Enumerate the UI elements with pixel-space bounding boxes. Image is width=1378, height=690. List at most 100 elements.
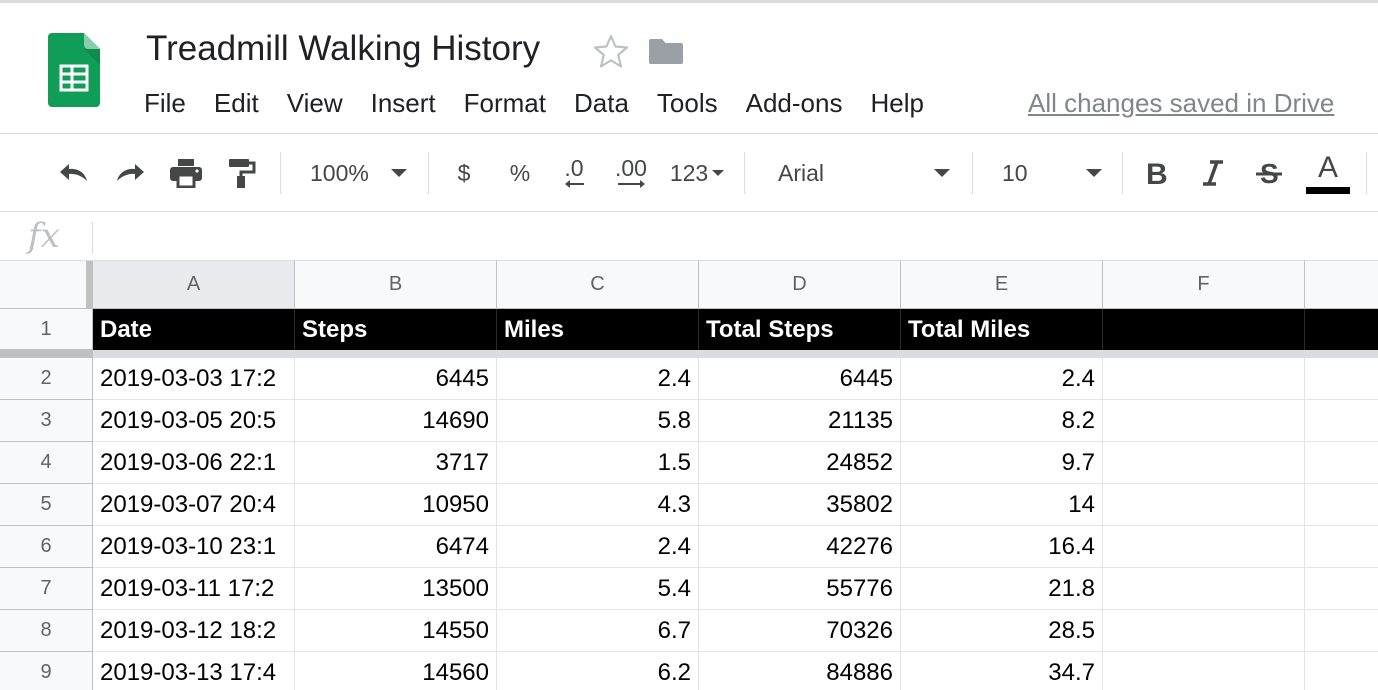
cell-a5[interactable]: 2019-03-07 20:4	[93, 484, 295, 526]
menu-file[interactable]: File	[130, 81, 200, 125]
cell-c9[interactable]: 6.2	[497, 652, 699, 690]
cell-b4[interactable]: 3717	[295, 442, 497, 484]
cell-e6[interactable]: 16.4	[901, 526, 1103, 568]
cell-d7[interactable]: 55776	[699, 568, 901, 610]
strikethrough-button[interactable]: S	[1248, 134, 1290, 212]
row-header-3[interactable]: 3	[0, 400, 93, 442]
save-status-link[interactable]: All changes saved in Drive	[1028, 81, 1334, 125]
font-size-select[interactable]: 10	[994, 134, 1110, 212]
cell-f2[interactable]	[1103, 358, 1305, 400]
menu-tools[interactable]: Tools	[643, 81, 732, 125]
row-header-7[interactable]: 7	[0, 568, 93, 610]
cell-g9[interactable]	[1305, 652, 1378, 690]
freeze-row-divider[interactable]	[0, 350, 1378, 358]
row-header-4[interactable]: 4	[0, 442, 93, 484]
column-header-c[interactable]: C	[497, 261, 699, 309]
cell-d3[interactable]: 21135	[699, 400, 901, 442]
cell-f3[interactable]	[1103, 400, 1305, 442]
menu-addons[interactable]: Add-ons	[732, 81, 857, 125]
cell-g2[interactable]	[1305, 358, 1378, 400]
cell-b7[interactable]: 13500	[295, 568, 497, 610]
increase-decimal-button[interactable]: .00	[608, 134, 654, 212]
cell-f9[interactable]	[1103, 652, 1305, 690]
menu-format[interactable]: Format	[450, 81, 560, 125]
undo-button[interactable]	[52, 134, 96, 212]
cell-g5[interactable]	[1305, 484, 1378, 526]
cell-c4[interactable]: 1.5	[497, 442, 699, 484]
row-header-8[interactable]: 8	[0, 610, 93, 652]
paint-format-button[interactable]	[220, 134, 264, 212]
column-header-e[interactable]: E	[901, 261, 1103, 309]
row-header-1[interactable]: 1	[0, 309, 93, 350]
menu-insert[interactable]: Insert	[357, 81, 450, 125]
row-header-9[interactable]: 9	[0, 652, 93, 690]
cell-d2[interactable]: 6445	[699, 358, 901, 400]
cell-g4[interactable]	[1305, 442, 1378, 484]
column-header-b[interactable]: B	[295, 261, 497, 309]
cell-b5[interactable]: 10950	[295, 484, 497, 526]
menu-help[interactable]: Help	[856, 81, 937, 125]
cell-b2[interactable]: 6445	[295, 358, 497, 400]
cell-f6[interactable]	[1103, 526, 1305, 568]
cell-c6[interactable]: 2.4	[497, 526, 699, 568]
cell-a6[interactable]: 2019-03-10 23:1	[93, 526, 295, 568]
column-header-d[interactable]: D	[699, 261, 901, 309]
cell-e7[interactable]: 21.8	[901, 568, 1103, 610]
cell-e1[interactable]: Total Miles	[901, 309, 1103, 350]
cell-e2[interactable]: 2.4	[901, 358, 1103, 400]
freeze-row-handle[interactable]	[0, 350, 93, 358]
decrease-decimal-button[interactable]: .0	[552, 134, 596, 212]
cell-g6[interactable]	[1305, 526, 1378, 568]
document-title[interactable]: Treadmill Walking History	[146, 25, 540, 73]
cell-g3[interactable]	[1305, 400, 1378, 442]
cell-a3[interactable]: 2019-03-05 20:5	[93, 400, 295, 442]
italic-button[interactable]	[1192, 134, 1234, 212]
cell-f8[interactable]	[1103, 610, 1305, 652]
cell-a2[interactable]: 2019-03-03 17:2	[93, 358, 295, 400]
cell-g8[interactable]	[1305, 610, 1378, 652]
row-header-2[interactable]: 2	[0, 358, 93, 400]
cell-e3[interactable]: 8.2	[901, 400, 1103, 442]
cell-c2[interactable]: 2.4	[497, 358, 699, 400]
menu-view[interactable]: View	[273, 81, 357, 125]
cell-d5[interactable]: 35802	[699, 484, 901, 526]
zoom-select[interactable]: 100%	[300, 134, 420, 212]
select-all-corner[interactable]	[0, 261, 93, 309]
cell-a4[interactable]: 2019-03-06 22:1	[93, 442, 295, 484]
star-icon[interactable]	[592, 33, 630, 69]
cell-b9[interactable]: 14560	[295, 652, 497, 690]
cell-f4[interactable]	[1103, 442, 1305, 484]
cell-f5[interactable]	[1103, 484, 1305, 526]
cell-b6[interactable]: 6474	[295, 526, 497, 568]
menu-edit[interactable]: Edit	[200, 81, 273, 125]
cell-g1[interactable]	[1305, 309, 1378, 350]
column-header-partial[interactable]	[1305, 261, 1378, 309]
more-formats-button[interactable]: 123	[664, 134, 730, 212]
cell-e8[interactable]: 28.5	[901, 610, 1103, 652]
cell-e9[interactable]: 34.7	[901, 652, 1103, 690]
cell-d6[interactable]: 42276	[699, 526, 901, 568]
move-folder-icon[interactable]	[648, 37, 684, 65]
cell-c7[interactable]: 5.4	[497, 568, 699, 610]
cell-a9[interactable]: 2019-03-13 17:4	[93, 652, 295, 690]
cell-e5[interactable]: 14	[901, 484, 1103, 526]
font-family-select[interactable]: Arial	[768, 134, 960, 212]
cell-f7[interactable]	[1103, 568, 1305, 610]
cell-c3[interactable]: 5.8	[497, 400, 699, 442]
cell-d4[interactable]: 24852	[699, 442, 901, 484]
column-header-f[interactable]: F	[1103, 261, 1305, 309]
freeze-column-handle[interactable]	[86, 261, 93, 309]
cell-a1[interactable]: Date	[93, 309, 295, 350]
cell-a8[interactable]: 2019-03-12 18:2	[93, 610, 295, 652]
cell-f1[interactable]	[1103, 309, 1305, 350]
cell-d1[interactable]: Total Steps	[699, 309, 901, 350]
menu-data[interactable]: Data	[560, 81, 643, 125]
cell-d8[interactable]: 70326	[699, 610, 901, 652]
cell-e4[interactable]: 9.7	[901, 442, 1103, 484]
print-button[interactable]	[164, 134, 208, 212]
cell-c1[interactable]: Miles	[497, 309, 699, 350]
column-header-a[interactable]: A	[93, 261, 295, 309]
redo-button[interactable]	[108, 134, 152, 212]
bold-button[interactable]: B	[1136, 134, 1178, 212]
currency-format-button[interactable]: $	[446, 134, 482, 212]
